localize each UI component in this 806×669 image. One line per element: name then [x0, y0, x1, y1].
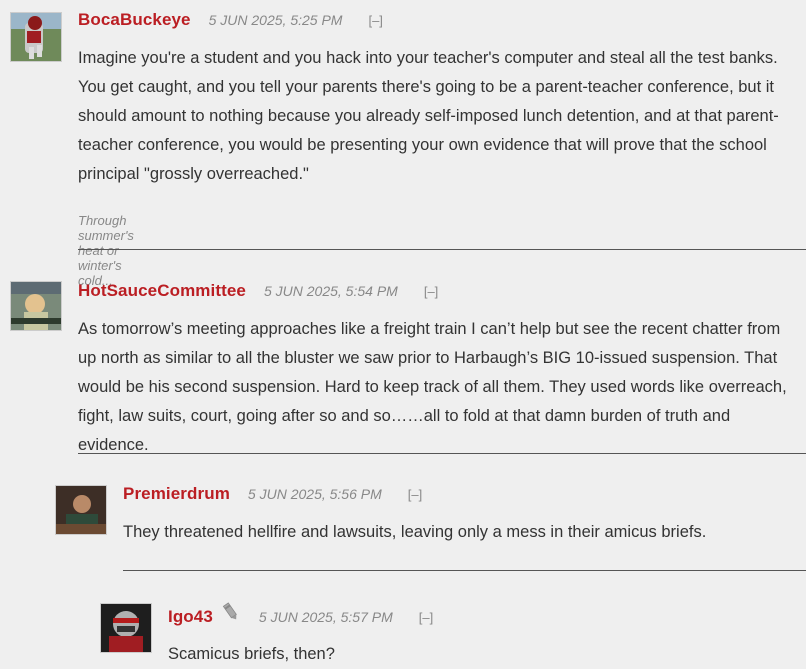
comment-date[interactable]: 5 JUN 2025, 5:54 PM — [264, 283, 398, 299]
collapse-toggle[interactable]: [–] — [419, 610, 433, 625]
avatar[interactable] — [55, 485, 107, 535]
comment-author[interactable]: Igo43 — [168, 607, 213, 627]
comment-body: As tomorrow’s meeting approaches like a … — [78, 320, 787, 454]
comment-date[interactable]: 5 JUN 2025, 5:56 PM — [248, 486, 382, 502]
comment-author[interactable]: Premierdrum — [123, 484, 230, 504]
comment-divider — [78, 453, 806, 454]
comment-author[interactable]: HotSauceCommittee — [78, 281, 246, 301]
collapse-toggle[interactable]: [–] — [408, 487, 422, 502]
avatar[interactable] — [100, 603, 152, 653]
comment-body: They threatened hellfire and lawsuits, l… — [123, 523, 707, 541]
comment-divider — [78, 249, 806, 250]
comment-author[interactable]: BocaBuckeye — [78, 10, 191, 30]
comment-body: Scamicus briefs, then? — [168, 645, 335, 663]
comment-signature: Through summer's heat or winter's cold..… — [78, 213, 134, 288]
comment-date[interactable]: 5 JUN 2025, 5:57 PM — [259, 609, 393, 625]
avatar[interactable] — [10, 12, 62, 62]
comment-divider — [123, 570, 806, 571]
comment-date[interactable]: 5 JUN 2025, 5:25 PM — [209, 12, 343, 28]
pencil-icon — [221, 602, 241, 622]
collapse-toggle[interactable]: [–] — [424, 284, 438, 299]
comment-body: Imagine you're a student and you hack in… — [78, 49, 779, 183]
collapse-toggle[interactable]: [–] — [368, 13, 382, 28]
avatar[interactable] — [10, 281, 62, 331]
